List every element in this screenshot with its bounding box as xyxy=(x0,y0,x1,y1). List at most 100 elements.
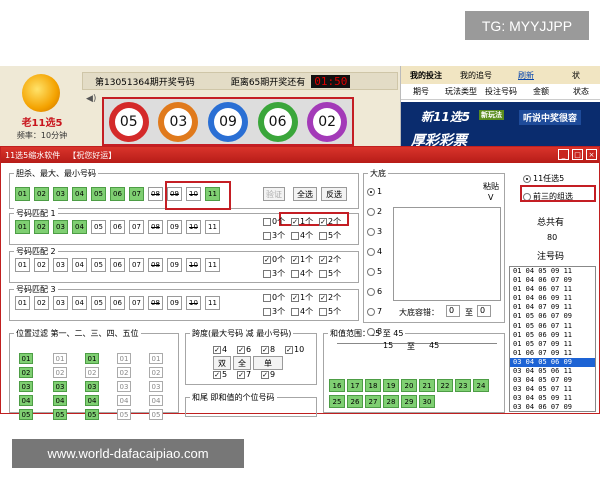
position-number-button[interactable]: 01 xyxy=(149,353,163,364)
select-all-button[interactable]: 全选 xyxy=(293,187,317,201)
span-checkbox[interactable]: ✓ 9 xyxy=(261,370,275,379)
match2-number-button[interactable]: 01 xyxy=(15,258,30,272)
match1-number-button[interactable]: 02 xyxy=(34,220,49,234)
match1-number-button[interactable]: 03 xyxy=(53,220,68,234)
position-number-button[interactable]: 05 xyxy=(149,409,163,420)
match2-count-checkbox[interactable]: ✓ 0个 xyxy=(263,254,285,265)
match2-count-checkbox[interactable]: 4个 xyxy=(291,268,313,279)
match2-count-checkbox[interactable]: 3个 xyxy=(263,268,285,279)
span-checkbox[interactable]: ✓ 7 xyxy=(237,370,251,379)
position-number-button[interactable]: 02 xyxy=(149,367,163,378)
match3-count-checkbox[interactable]: ✓ 2个 xyxy=(319,292,341,303)
kill-number-button[interactable]: 07 xyxy=(129,187,144,201)
match3-count-checkbox[interactable]: 4个 xyxy=(291,306,313,317)
result-row[interactable]: 01 04 06 07 11 xyxy=(510,285,595,294)
match3-count-checkbox[interactable]: 3个 xyxy=(263,306,285,317)
span-checkbox[interactable]: ✓ 6 xyxy=(237,345,251,354)
result-row[interactable]: 01 05 07 09 11 xyxy=(510,340,595,349)
match1-number-button[interactable]: 09 xyxy=(167,220,182,234)
position-number-button[interactable]: 05 xyxy=(53,409,67,420)
result-row[interactable]: 03 04 05 07 11 xyxy=(510,385,595,394)
match1-count-checkbox[interactable]: 0个 xyxy=(263,216,285,227)
close-button[interactable]: × xyxy=(586,149,597,160)
tolerance-from-input[interactable]: 0 xyxy=(446,305,460,317)
dadi-option-radio[interactable]: 5 xyxy=(367,267,382,276)
match1-count-checkbox[interactable]: 3个 xyxy=(263,230,285,241)
sum-number-button[interactable]: 24 xyxy=(473,379,489,392)
match2-number-button[interactable]: 04 xyxy=(72,258,87,272)
match1-number-button[interactable]: 01 xyxy=(15,220,30,234)
match3-number-button[interactable]: 11 xyxy=(205,296,220,310)
sum-number-button[interactable]: 17 xyxy=(347,379,363,392)
match2-number-button[interactable]: 07 xyxy=(129,258,144,272)
match1-number-button[interactable]: 07 xyxy=(129,220,144,234)
kill-number-button[interactable]: 06 xyxy=(110,187,125,201)
sum-number-button[interactable]: 26 xyxy=(347,395,363,408)
match2-count-checkbox[interactable]: ✓ 1个 xyxy=(291,254,313,265)
position-number-button[interactable]: 03 xyxy=(85,381,99,392)
match3-count-checkbox[interactable]: ✓ 1个 xyxy=(291,292,313,303)
position-number-button[interactable]: 03 xyxy=(117,381,131,392)
position-number-button[interactable]: 04 xyxy=(149,395,163,406)
dadi-textarea[interactable] xyxy=(393,207,501,301)
match3-count-checkbox[interactable]: 0个 xyxy=(263,292,285,303)
tab-status[interactable]: 状 xyxy=(551,70,600,81)
position-number-button[interactable]: 02 xyxy=(53,367,67,378)
result-row[interactable]: 01 04 06 07 09 xyxy=(510,276,595,285)
match1-count-checkbox[interactable]: ✓ 1个 xyxy=(291,216,313,227)
mode-any5-radio[interactable]: 11任选5 xyxy=(523,173,564,184)
sum-number-button[interactable]: 28 xyxy=(383,395,399,408)
match1-number-button[interactable]: 05 xyxy=(91,220,106,234)
match3-number-button[interactable]: 06 xyxy=(110,296,125,310)
result-row[interactable]: 01 05 06 07 09 xyxy=(510,312,595,321)
tab-my-bets[interactable]: 我的投注 xyxy=(401,70,451,81)
kill-number-button[interactable]: 04 xyxy=(72,187,87,201)
result-row[interactable]: 03 04 06 07 09 xyxy=(510,403,595,411)
dadi-option-radio[interactable]: 1 xyxy=(367,187,382,196)
match1-number-button[interactable]: 10 xyxy=(186,220,201,234)
match2-number-button[interactable]: 09 xyxy=(167,258,182,272)
result-row[interactable]: 01 05 06 09 11 xyxy=(510,331,595,340)
position-number-button[interactable]: 03 xyxy=(149,381,163,392)
dadi-option-radio[interactable]: 2 xyxy=(367,207,382,216)
kill-number-button[interactable]: 03 xyxy=(53,187,68,201)
sum-number-button[interactable]: 29 xyxy=(401,395,417,408)
match1-number-button[interactable]: 04 xyxy=(72,220,87,234)
result-row[interactable]: 01 04 05 09 11 xyxy=(510,267,595,276)
paste-button[interactable]: 粘贴 xyxy=(483,181,499,192)
position-number-button[interactable]: 04 xyxy=(19,395,33,406)
sum-number-button[interactable]: 30 xyxy=(419,395,435,408)
match2-count-checkbox[interactable]: ✓ 2个 xyxy=(319,254,341,265)
match2-count-checkbox[interactable]: 5个 xyxy=(319,268,341,279)
paste-v-icon[interactable]: V xyxy=(488,193,493,202)
match3-number-button[interactable]: 04 xyxy=(72,296,87,310)
span-all-button[interactable]: 全 xyxy=(233,356,251,370)
kill-number-button[interactable]: 05 xyxy=(91,187,106,201)
ad-banner[interactable]: 新11选5 新玩法 听说中奖很容 厚彩彩票 xyxy=(401,102,600,150)
match3-number-button[interactable]: 03 xyxy=(53,296,68,310)
match3-number-button[interactable]: 08 xyxy=(148,296,163,310)
match2-number-button[interactable]: 11 xyxy=(205,258,220,272)
match3-number-button[interactable]: 09 xyxy=(167,296,182,310)
span-checkbox[interactable]: ✓ 10 xyxy=(285,345,304,354)
position-number-button[interactable]: 02 xyxy=(117,367,131,378)
match1-number-button[interactable]: 08 xyxy=(148,220,163,234)
dadi-option-radio[interactable]: 8 xyxy=(367,327,382,336)
minimize-button[interactable]: _ xyxy=(558,149,569,160)
position-number-button[interactable]: 04 xyxy=(53,395,67,406)
kill-number-button[interactable]: 09 xyxy=(167,187,182,201)
position-number-button[interactable]: 05 xyxy=(85,409,99,420)
sum-number-button[interactable]: 18 xyxy=(365,379,381,392)
kill-number-button[interactable]: 01 xyxy=(15,187,30,201)
result-row[interactable]: 03 04 05 06 11 xyxy=(510,367,595,376)
dadi-option-radio[interactable]: 3 xyxy=(367,227,382,236)
dadi-option-radio[interactable]: 6 xyxy=(367,287,382,296)
span-odd-button[interactable]: 单 xyxy=(253,356,283,370)
tolerance-to-input[interactable]: 0 xyxy=(477,305,491,317)
position-number-button[interactable]: 01 xyxy=(19,353,33,364)
position-number-button[interactable]: 03 xyxy=(53,381,67,392)
dadi-option-radio[interactable]: 4 xyxy=(367,247,382,256)
result-row[interactable]: 01 04 07 09 11 xyxy=(510,303,595,312)
position-number-button[interactable]: 04 xyxy=(85,395,99,406)
sum-number-button[interactable]: 21 xyxy=(419,379,435,392)
